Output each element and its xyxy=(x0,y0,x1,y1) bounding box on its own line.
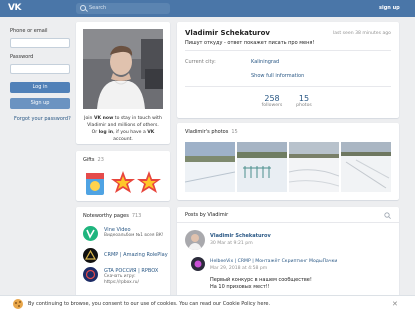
login-link[interactable]: log in xyxy=(99,130,113,135)
photo-thumbnail[interactable] xyxy=(237,142,287,192)
noteworthy-title[interactable]: Noteworthy pages 713 xyxy=(83,213,141,219)
city-link[interactable]: Kaliningrad xyxy=(251,59,279,65)
repost-date: Mar 29, 2018 at 4:58 pm xyxy=(210,266,268,271)
photo-thumbnail[interactable] xyxy=(185,142,235,192)
photo-thumbnail[interactable] xyxy=(289,142,339,192)
search-placeholder: Search xyxy=(89,5,107,11)
post-author-link[interactable]: Vladimir Schekaturov xyxy=(210,233,271,239)
search-icon[interactable] xyxy=(384,212,391,219)
signup-button[interactable]: Sign up xyxy=(10,98,70,109)
forgot-password-link[interactable]: Forgot your password? xyxy=(14,116,71,122)
join-link[interactable]: VK now xyxy=(94,116,113,121)
post-text: Первый конкурс в нашем сообществе! На 10… xyxy=(210,277,312,290)
phone-label: Phone or email xyxy=(10,28,48,34)
top-header: VK Search sign up xyxy=(0,0,415,17)
post-date[interactable]: 30 Mar at 9:21 pm xyxy=(210,241,253,246)
avatar[interactable] xyxy=(191,257,205,271)
password-input[interactable] xyxy=(10,64,70,74)
vine-avatar xyxy=(83,226,98,241)
posts-header: Posts by Vladimir xyxy=(177,207,399,223)
rpbox-avatar xyxy=(83,267,98,282)
divider xyxy=(185,50,391,51)
gift-star-icon xyxy=(137,171,161,193)
photos-panel: Vladimir's photos 15 xyxy=(177,123,399,200)
vk-logo[interactable]: VK xyxy=(8,3,23,14)
cookie-text: By continuing to browse, you consent to … xyxy=(28,301,271,307)
followers-counter[interactable]: 258 followers xyxy=(257,94,287,108)
close-icon[interactable]: ✕ xyxy=(392,300,398,308)
repost-source-link[interactable]: HelbeeVix | CRMP | Монтажёт Скриптинг Мо… xyxy=(210,259,337,264)
phone-email-input[interactable] xyxy=(10,38,70,48)
photo-thumbnail[interactable] xyxy=(341,142,391,192)
gifts-title[interactable]: Gifts 23 xyxy=(83,157,104,163)
gift-cup-icon xyxy=(86,173,104,195)
profile-photo[interactable] xyxy=(83,29,163,109)
posts-title[interactable]: Posts by Vladimir xyxy=(185,212,228,218)
password-label: Password xyxy=(10,54,34,60)
search-icon xyxy=(80,5,86,11)
last-seen: last seen 38 minutes ago xyxy=(332,31,391,36)
gifts-row[interactable] xyxy=(83,169,163,197)
gift-star-icon xyxy=(111,171,135,193)
avatar[interactable] xyxy=(185,230,205,250)
login-button[interactable]: Log in xyxy=(10,82,70,93)
search-bar[interactable]: Search xyxy=(76,3,170,14)
profile-status: Пишут откуду - ответ покажет писать про … xyxy=(185,40,315,46)
cookie-icon xyxy=(13,299,23,309)
profile-name: Vladimir Schekaturov xyxy=(185,29,270,37)
show-full-info-link[interactable]: Show full information xyxy=(251,73,304,79)
join-invitation: Join VK now to stay in touch with Vladim… xyxy=(84,116,162,142)
divider xyxy=(185,86,391,87)
photos-title[interactable]: Vladimir's photos 15 xyxy=(185,129,238,135)
cookie-banner: By continuing to browse, you consent to … xyxy=(0,295,415,312)
profile-photo-card: Join VK now to stay in touch with Vladim… xyxy=(76,22,170,144)
crmp-avatar xyxy=(83,248,98,263)
profile-info-panel: Vladimir Schekaturov last seen 38 minute… xyxy=(177,22,399,118)
photos-counter[interactable]: 15 photos xyxy=(291,94,317,108)
city-label: Current city: xyxy=(185,59,216,65)
gifts-panel: Gifts 23 xyxy=(76,151,170,201)
header-signup-link[interactable]: sign up xyxy=(379,5,400,11)
